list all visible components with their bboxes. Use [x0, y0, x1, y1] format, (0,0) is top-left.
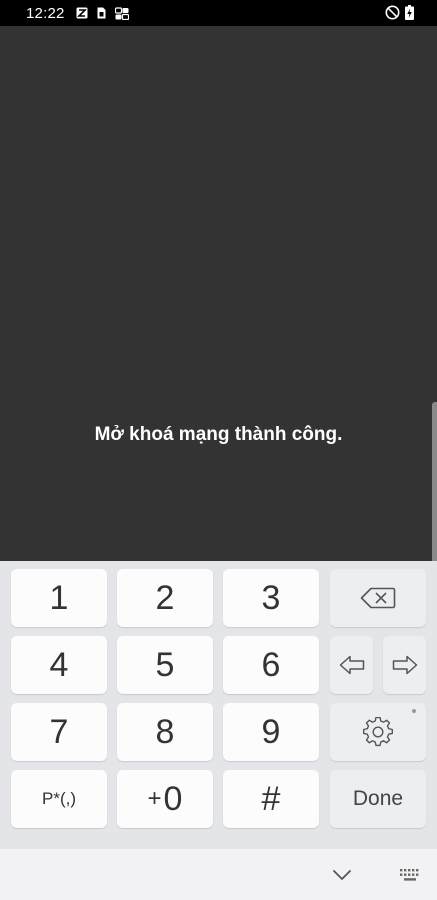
key-7[interactable]: 7 — [11, 703, 107, 761]
key-label: 2 — [155, 578, 175, 617]
network-icon — [114, 6, 129, 20]
unlock-success-message: Mở khoá mạng thành công. — [94, 424, 343, 445]
cursor-right-key[interactable] — [383, 636, 426, 694]
key-0[interactable]: + 0 — [117, 770, 213, 828]
numeric-keypad: 1 2 3 4 5 6 7 8 9 P*(,) + 0 # Done — [0, 561, 437, 849]
battery-charging-icon — [405, 5, 414, 20]
sim-icon — [97, 7, 106, 19]
backspace-key[interactable] — [330, 569, 426, 627]
hide-keyboard-icon — [333, 870, 351, 880]
key-9[interactable]: 9 — [223, 703, 319, 761]
key-4[interactable]: 4 — [11, 636, 107, 694]
key-label: P*(,) — [42, 789, 76, 808]
settings-key[interactable] — [330, 703, 426, 761]
key-label: 0 — [163, 779, 183, 818]
keyboard-switch-icon — [400, 869, 419, 881]
key-label: 9 — [261, 712, 281, 751]
done-key[interactable]: Done — [330, 770, 426, 828]
key-secondary-label: + — [147, 785, 162, 812]
key-5[interactable]: 5 — [117, 636, 213, 694]
key-label: 4 — [49, 645, 69, 684]
arrow-left-icon — [339, 655, 364, 675]
key-label: 7 — [49, 712, 69, 751]
main-screen: Mở khoá mạng thành công. — [0, 26, 437, 574]
cursor-left-key[interactable] — [330, 636, 373, 694]
app-notification-icon — [76, 7, 88, 19]
status-bar: 12:22 — [0, 0, 437, 26]
key-1[interactable]: 1 — [11, 569, 107, 627]
key-label: 3 — [261, 578, 281, 617]
status-time: 12:22 — [26, 4, 65, 22]
key-8[interactable]: 8 — [117, 703, 213, 761]
key-label: 8 — [155, 712, 175, 751]
edge-panel-handle[interactable] — [432, 402, 437, 574]
key-label: Done — [352, 787, 404, 810]
hash-key[interactable]: # — [223, 770, 319, 828]
status-right-icons — [385, 5, 414, 20]
backspace-icon — [360, 587, 396, 609]
special-chars-key[interactable]: P*(,) — [11, 770, 107, 828]
key-2[interactable]: 2 — [117, 569, 213, 627]
key-label: 1 — [49, 578, 69, 617]
key-label: # — [261, 779, 281, 818]
keyboard-switch-button[interactable] — [394, 861, 426, 889]
hide-keyboard-button[interactable] — [326, 861, 358, 889]
key-label: 6 — [261, 645, 281, 684]
status-left-icons — [76, 6, 129, 20]
key-3[interactable]: 3 — [223, 569, 319, 627]
settings-indicator-dot — [412, 709, 416, 713]
navigation-bar — [0, 849, 437, 900]
key-label: 5 — [155, 645, 175, 684]
key-6[interactable]: 6 — [223, 636, 319, 694]
arrow-right-icon — [392, 655, 417, 675]
settings-icon — [363, 717, 393, 747]
do-not-disturb-icon — [385, 5, 400, 20]
